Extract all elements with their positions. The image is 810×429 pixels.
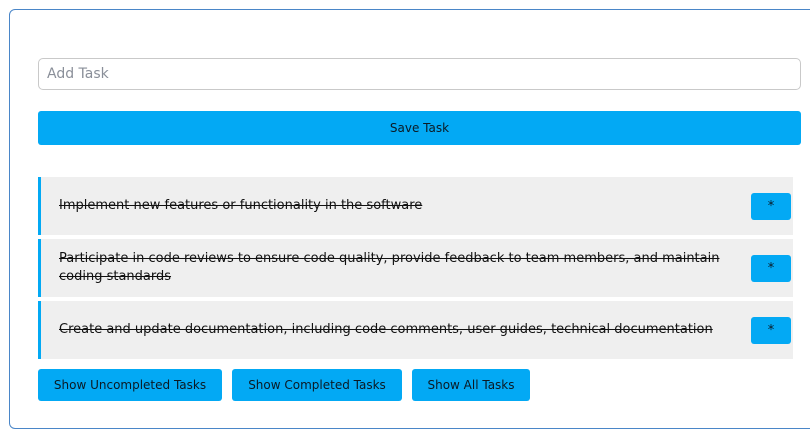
delete-task-button[interactable]: * xyxy=(751,316,791,344)
add-task-input[interactable] xyxy=(38,58,801,90)
delete-task-button[interactable]: * xyxy=(751,192,791,220)
show-all-button[interactable]: Show All Tasks xyxy=(412,369,530,401)
asterisk-icon: * xyxy=(767,260,775,276)
save-task-button[interactable]: Save Task xyxy=(38,111,801,145)
filter-bar: Show Uncompleted Tasks Show Completed Ta… xyxy=(38,369,530,401)
show-uncompleted-button[interactable]: Show Uncompleted Tasks xyxy=(38,369,222,401)
task-item: Implement new features or functionality … xyxy=(38,177,793,235)
asterisk-icon: * xyxy=(767,198,775,214)
task-text: Implement new features or functionality … xyxy=(59,198,423,213)
task-item: Participate in code reviews to ensure co… xyxy=(38,239,793,297)
task-text: Create and update documentation, includi… xyxy=(59,322,713,337)
task-list: Implement new features or functionality … xyxy=(38,177,793,363)
task-text: Participate in code reviews to ensure co… xyxy=(59,251,720,284)
asterisk-icon: * xyxy=(767,322,775,338)
task-item: Create and update documentation, includi… xyxy=(38,301,793,359)
delete-task-button[interactable]: * xyxy=(751,254,791,282)
show-completed-button[interactable]: Show Completed Tasks xyxy=(232,369,402,401)
